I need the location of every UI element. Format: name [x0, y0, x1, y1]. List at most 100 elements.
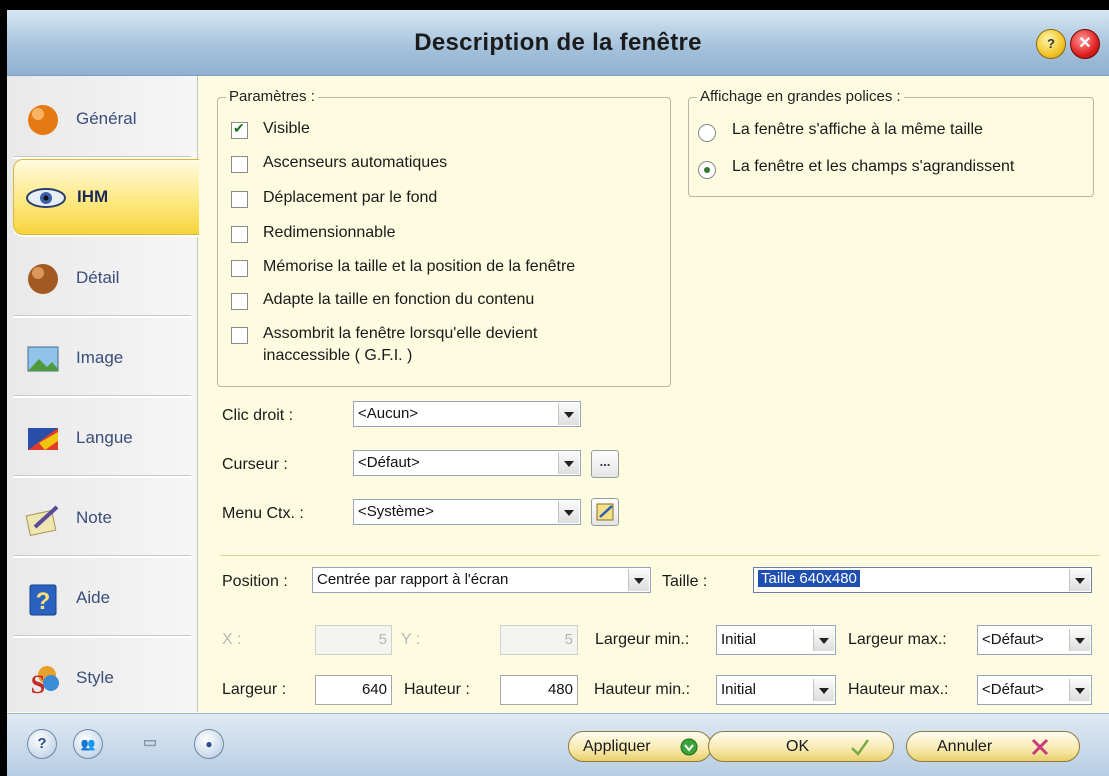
hauteur-max-select[interactable]: <Défaut>: [977, 675, 1092, 705]
hauteur-min-label: Hauteur min.:: [594, 681, 691, 698]
meme-taille-radio[interactable]: [698, 124, 716, 142]
sidebar-item-image[interactable]: Image: [13, 321, 191, 396]
assombrit-label: Assombrit la fenêtre lorsqu'elle devient: [263, 325, 538, 342]
taille-select[interactable]: Taille 640x480: [753, 567, 1092, 593]
curseur-label: Curseur :: [222, 456, 288, 473]
redimensionnable-label: Redimensionnable: [263, 224, 396, 241]
sidebar-item-label: Note: [76, 508, 112, 527]
window-title: Description de la fenêtre: [414, 29, 702, 56]
largeur-min-value: Initial: [721, 631, 757, 648]
parametres-group: Paramètres :: [217, 88, 671, 387]
position-select[interactable]: Centrée par rapport à l'écran: [312, 567, 651, 593]
flag-icon: [25, 421, 61, 457]
sidebar: Général IHM Détail Image Langue Note ? A…: [7, 76, 199, 715]
sidebar-item-label: Aide: [76, 588, 111, 607]
sidebar-item-langue[interactable]: Langue: [13, 401, 191, 476]
help-circle-button[interactable]: ?: [27, 729, 57, 759]
chevron-down-icon[interactable]: [628, 569, 649, 591]
sidebar-item-detail[interactable]: Détail: [13, 241, 191, 316]
menu-ctx-value: <Système>: [358, 503, 434, 520]
sidebar-item-label: IHM: [77, 187, 109, 206]
separator: [220, 555, 1100, 556]
sidebar-item-note[interactable]: Note: [13, 481, 191, 556]
style-s-icon: S: [25, 661, 61, 699]
sidebar-item-label: Image: [76, 348, 124, 367]
chart-icon: ▭: [142, 734, 158, 751]
chevron-down-icon[interactable]: [813, 629, 834, 651]
chevron-down-icon[interactable]: [1069, 629, 1090, 651]
redimensionnable-checkbox[interactable]: [231, 226, 248, 243]
chevron-down-icon[interactable]: [1069, 569, 1090, 591]
largeur-min-label: Largeur min.:: [595, 631, 690, 648]
clic-droit-select[interactable]: <Aucun>: [353, 401, 581, 427]
svg-text:S: S: [31, 670, 45, 697]
chevron-down-icon[interactable]: [558, 452, 579, 474]
menu-ctx-select[interactable]: <Système>: [353, 499, 581, 525]
assombrit-label-line2: inaccessible ( G.F.I. ): [263, 347, 413, 364]
sidebar-item-aide[interactable]: ? Aide: [13, 561, 191, 636]
hauteur-min-value: Initial: [721, 681, 757, 698]
memorise-checkbox[interactable]: [231, 260, 248, 277]
sidebar-item-style[interactable]: S Style: [13, 641, 191, 715]
hauteur-input[interactable]: 480: [500, 675, 578, 705]
largeur-max-value: <Défaut>: [982, 631, 1044, 648]
largeur-input[interactable]: 640: [315, 675, 392, 705]
ellipsis-icon: ...: [599, 454, 611, 469]
title-bar: Description de la fenêtre ? ✕: [7, 10, 1109, 76]
position-label: Position :: [222, 573, 288, 590]
largeur-max-select[interactable]: <Défaut>: [977, 625, 1092, 655]
eye-icon: [24, 180, 68, 216]
x-input[interactable]: 5: [315, 625, 392, 655]
deplacement-label: Déplacement par le fond: [263, 189, 438, 206]
sidebar-item-label: Général: [76, 109, 137, 128]
cancel-x-icon: [1031, 738, 1049, 756]
chevron-down-icon[interactable]: [558, 403, 579, 425]
sidebar-item-general[interactable]: Général: [13, 82, 191, 157]
person-button[interactable]: ●: [194, 729, 224, 759]
meme-taille-label: La fenêtre s'affiche à la même taille: [732, 121, 983, 138]
hauteur-max-label: Hauteur max.:: [848, 681, 949, 698]
chevron-down-icon[interactable]: [558, 501, 579, 523]
visible-checkbox[interactable]: [231, 120, 248, 139]
affichage-legend: Affichage en grandes polices :: [697, 88, 904, 105]
sidebar-item-ihm[interactable]: IHM: [13, 159, 199, 235]
users-button[interactable]: 👥: [73, 729, 103, 759]
adapte-checkbox[interactable]: [231, 293, 248, 310]
chevron-down-icon[interactable]: [1069, 679, 1090, 701]
assombrit-checkbox[interactable]: [231, 327, 248, 344]
orange-ball-icon: [25, 102, 61, 138]
person-icon: ●: [205, 737, 213, 751]
hauteur-value: 480: [547, 681, 573, 698]
close-button[interactable]: ✕: [1070, 29, 1100, 59]
ok-button[interactable]: OK: [708, 731, 894, 762]
clic-droit-label: Clic droit :: [222, 407, 294, 424]
ascenseurs-label: Ascenseurs automatiques: [263, 154, 448, 171]
curseur-select[interactable]: <Défaut>: [353, 450, 581, 476]
taille-value: Taille 640x480: [758, 570, 860, 587]
curseur-browse-button[interactable]: ...: [591, 450, 619, 478]
largeur-min-select[interactable]: Initial: [716, 625, 836, 655]
taille-label: Taille :: [662, 573, 708, 590]
ascenseurs-checkbox[interactable]: [231, 156, 248, 173]
users-icon: 👥: [80, 737, 96, 751]
question-book-icon: ?: [25, 581, 61, 617]
sidebar-item-label: Style: [76, 668, 114, 687]
menu-ctx-edit-button[interactable]: [591, 498, 619, 526]
x-label: X :: [222, 631, 242, 648]
affichage-group: Affichage en grandes polices :: [688, 88, 1094, 197]
edit-menu-icon: [596, 503, 614, 521]
note-pencil-icon: [25, 501, 61, 537]
deplacement-checkbox[interactable]: [231, 191, 248, 208]
agrandissent-radio[interactable]: [698, 161, 716, 179]
help-circle-icon: ?: [37, 735, 47, 752]
apply-icon: [680, 738, 698, 756]
apply-button[interactable]: Appliquer: [568, 731, 712, 762]
help-button[interactable]: ?: [1036, 29, 1066, 59]
chevron-down-icon[interactable]: [813, 679, 834, 701]
cancel-button[interactable]: Annuler: [906, 731, 1080, 762]
y-input[interactable]: 5: [500, 625, 578, 655]
chart-button[interactable]: ▭: [136, 729, 166, 759]
largeur-value: 640: [361, 681, 387, 698]
hauteur-min-select[interactable]: Initial: [716, 675, 836, 705]
cancel-label: Annuler: [937, 738, 993, 755]
